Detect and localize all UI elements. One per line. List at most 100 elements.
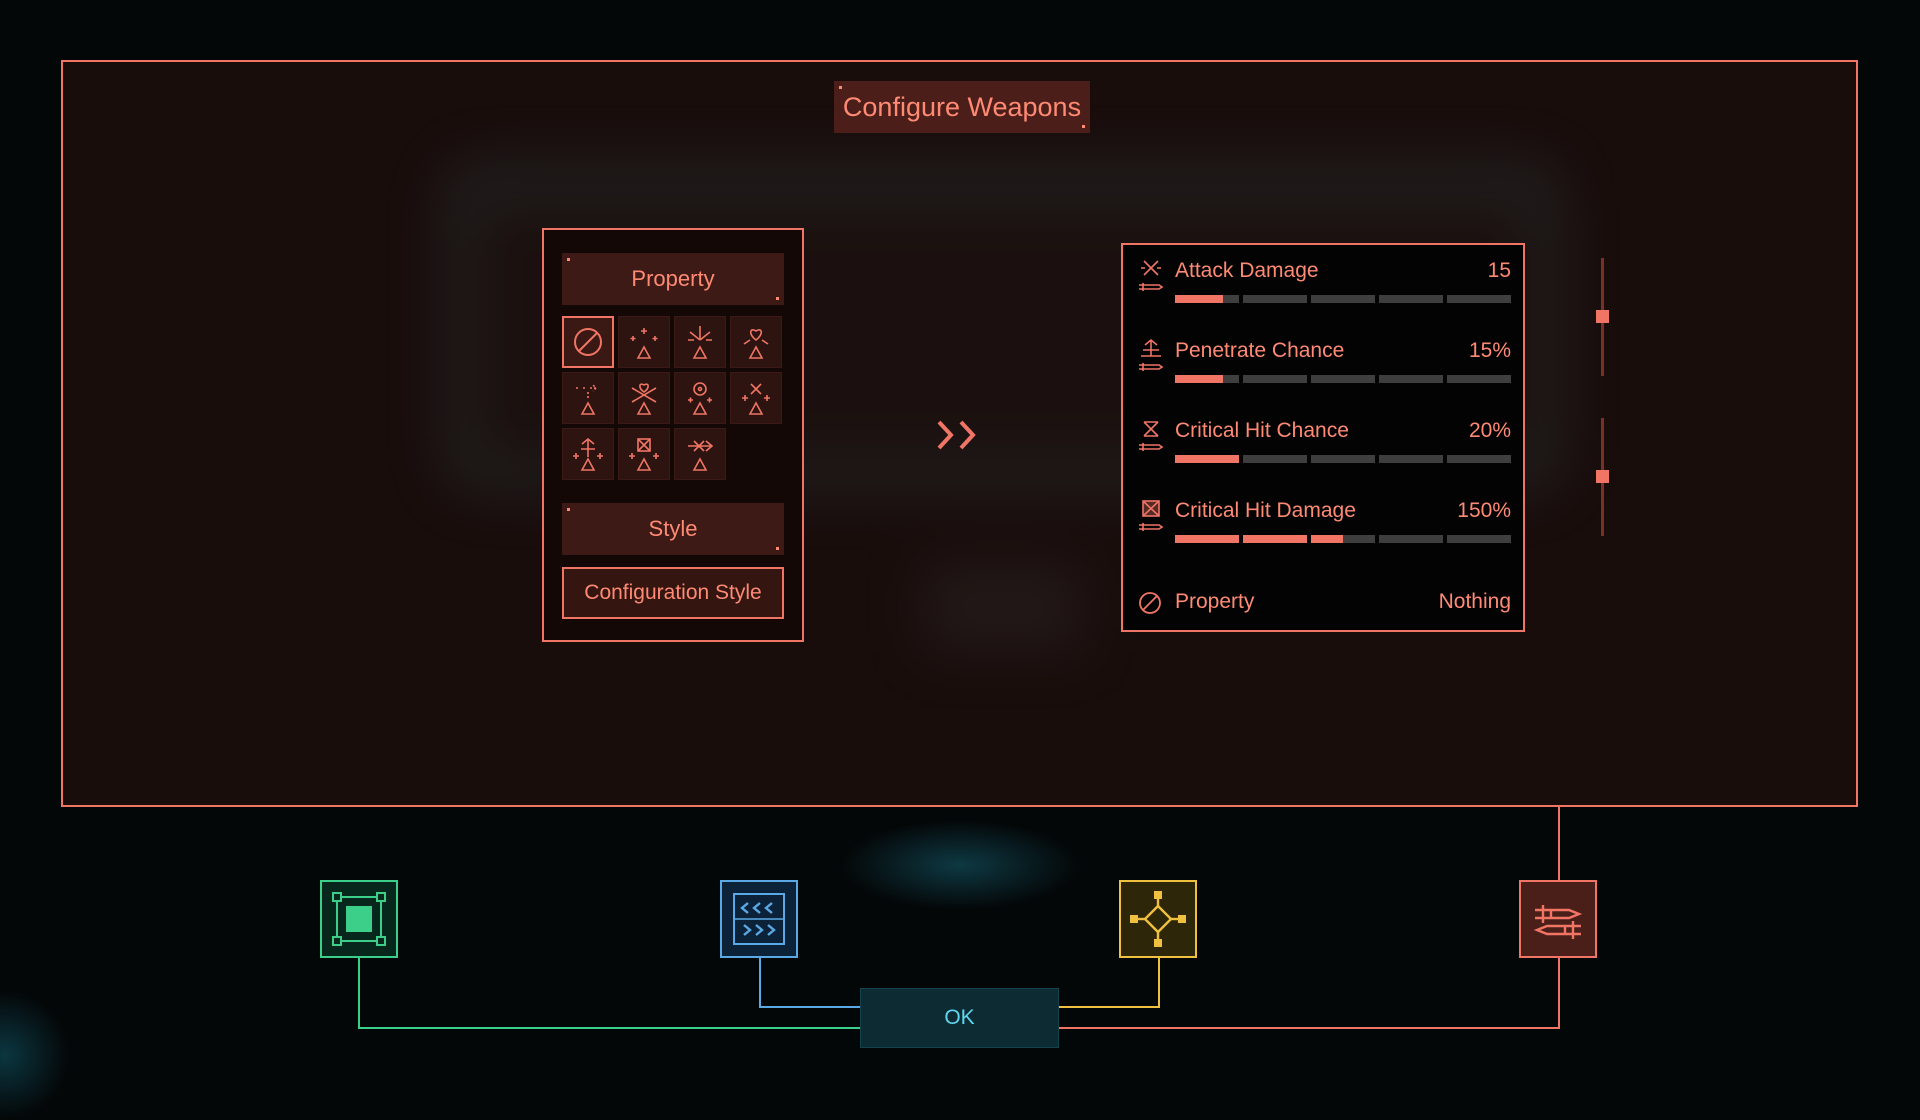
configuration-style-button[interactable]: Configuration Style — [562, 567, 784, 619]
crit-chance-icon — [1139, 421, 1164, 451]
node-frame-select[interactable] — [320, 880, 398, 958]
background-glow — [0, 990, 70, 1120]
target-icon — [688, 382, 712, 415]
stat-bar-segment — [1447, 455, 1511, 463]
stat-bar-segment — [1311, 535, 1375, 543]
scrollbar-thumb[interactable] — [1596, 470, 1609, 483]
double-chevron-right-icon — [937, 420, 976, 450]
stat-bar-segment — [1379, 535, 1443, 543]
page-title-text: Configure Weapons — [842, 91, 1082, 122]
stat-bar-segment — [1379, 375, 1443, 383]
critical-icon — [629, 438, 659, 471]
property-option-none[interactable] — [562, 316, 614, 368]
property-option-dash[interactable] — [562, 372, 614, 424]
style-section-header: Style — [562, 503, 784, 555]
sparkle-icon — [630, 328, 658, 359]
stat-bar-fill — [1175, 455, 1239, 463]
weapon-stats-panel: Attack Damage 15 Penetrate Chance 15% Cr… — [1121, 243, 1525, 632]
property-option-critical[interactable] — [618, 428, 670, 480]
stat-label: Critical Hit Damage — [1175, 499, 1356, 522]
stat-bar-segment — [1243, 295, 1307, 303]
stat-attack-damage: Attack Damage 15 — [1137, 253, 1511, 313]
stat-bar-segment — [1447, 535, 1511, 543]
stat-value: 150% — [1457, 499, 1511, 522]
stat-bar-segment — [1379, 295, 1443, 303]
burst-icon — [688, 326, 712, 359]
none-icon — [1139, 592, 1161, 614]
node-weapons-select[interactable] — [1519, 880, 1597, 958]
property-option-target[interactable] — [674, 372, 726, 424]
stat-bar — [1175, 375, 1511, 383]
property-section-header: Property — [562, 253, 784, 305]
configuration-style-label: Configuration Style — [584, 581, 762, 604]
stat-value: 15 — [1487, 259, 1511, 282]
property-option-sparkle[interactable] — [618, 316, 670, 368]
stat-bar-segment — [1447, 295, 1511, 303]
property-row-label: Property — [1175, 590, 1255, 613]
stat-critical-hit-damage: Critical Hit Damage 150% — [1137, 493, 1511, 553]
stat-bar — [1175, 455, 1511, 463]
stat-value: 20% — [1468, 419, 1511, 442]
corner-mark — [776, 297, 779, 300]
connector-line — [1158, 958, 1160, 1007]
property-option-pierce[interactable] — [562, 428, 614, 480]
connector-line — [1058, 1006, 1160, 1008]
connector-line — [759, 1006, 861, 1008]
stat-bar-segment — [1311, 295, 1375, 303]
ok-button[interactable]: OK — [860, 988, 1059, 1048]
connector-line — [1058, 1027, 1560, 1029]
connector-line — [759, 958, 761, 1007]
stat-label: Critical Hit Chance — [1175, 419, 1349, 442]
heart-icon — [743, 329, 769, 359]
stat-bar-fill — [1175, 535, 1239, 543]
connector-line — [358, 958, 360, 1028]
stat-bar-segment — [1311, 455, 1375, 463]
diamond-crosshair-icon — [1130, 891, 1186, 947]
configure-weapons-panel: Configure Weapons Property Style Configu… — [61, 60, 1858, 807]
stat-bar — [1175, 535, 1511, 543]
style-header-label: Style — [648, 516, 698, 541]
stat-bar-fill — [1175, 375, 1223, 383]
ok-button-label: OK — [944, 1006, 975, 1029]
property-header-label: Property — [631, 266, 715, 291]
crossed-swords-icon — [1533, 905, 1583, 939]
stat-bar-segment — [1243, 535, 1307, 543]
corner-mark — [1082, 125, 1085, 128]
pierce-icon — [573, 437, 603, 471]
connector-line — [358, 1027, 861, 1029]
node-crosshair-select[interactable] — [1119, 880, 1197, 958]
corner-mark — [567, 508, 570, 511]
property-row-value: Nothing — [1438, 590, 1511, 613]
chevrons-icon — [733, 893, 785, 945]
node-direction-select[interactable] — [720, 880, 798, 958]
stat-bar-segment — [1175, 375, 1239, 383]
corner-mark — [839, 86, 842, 89]
scrollbar-thumb[interactable] — [1596, 310, 1609, 323]
stat-bar-fill — [1311, 535, 1343, 543]
property-option-arrow-cross[interactable] — [674, 428, 726, 480]
property-option-cross-plus[interactable] — [730, 372, 782, 424]
none-icon — [574, 328, 602, 356]
penetrate-icon — [1139, 338, 1164, 371]
heart-cross-icon — [631, 383, 657, 415]
stat-label: Penetrate Chance — [1175, 339, 1345, 362]
stat-bar-fill — [1243, 535, 1307, 543]
background-glow — [840, 820, 1080, 910]
property-option-burst[interactable] — [674, 316, 726, 368]
property-option-heart-cross[interactable] — [618, 372, 670, 424]
stat-bar-segment — [1447, 375, 1511, 383]
stat-bar-segment — [1243, 375, 1307, 383]
crit-damage-icon — [1139, 500, 1164, 531]
property-option-heart[interactable] — [730, 316, 782, 368]
page-title: Configure Weapons — [834, 81, 1090, 133]
connector-line — [1558, 807, 1560, 880]
stat-critical-hit-chance: Critical Hit Chance 20% — [1137, 413, 1511, 473]
stat-bar-segment — [1175, 535, 1239, 543]
stat-label: Attack Damage — [1175, 259, 1319, 282]
stat-penetrate-chance: Penetrate Chance 15% — [1137, 333, 1511, 393]
square-frame-icon — [332, 892, 386, 946]
attack-damage-icon — [1139, 260, 1164, 291]
stat-bar-segment — [1311, 375, 1375, 383]
stat-bar-segment — [1175, 295, 1239, 303]
stat-bar-segment — [1175, 455, 1239, 463]
